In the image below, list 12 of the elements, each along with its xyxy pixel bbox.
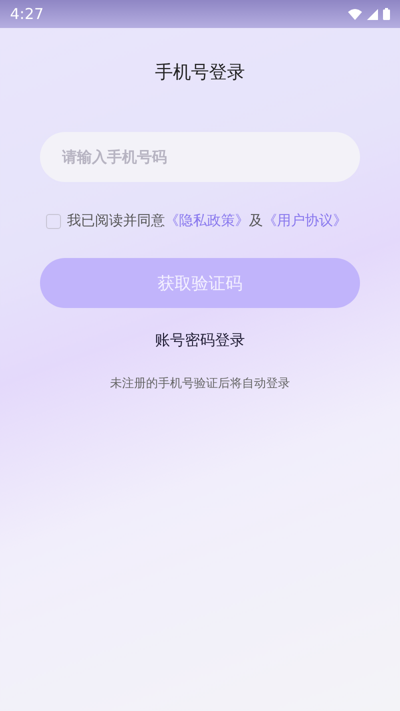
privacy-policy-link[interactable]: 《隐私政策》 — [165, 213, 249, 229]
battery-icon — [383, 8, 390, 20]
agreement-text: 我已阅读并同意《隐私政策》及《用户协议》 — [67, 212, 347, 230]
password-login-link[interactable]: 账号密码登录 — [149, 330, 251, 351]
user-agreement-link[interactable]: 《用户协议》 — [263, 213, 347, 229]
agree-checkbox[interactable] — [46, 214, 61, 228]
page-title: 手机号登录 — [154, 61, 246, 84]
auto-register-note: 未注册的手机号验证后将自动登录 — [109, 375, 291, 392]
status-time: 4:27 — [10, 5, 44, 23]
signal-icon — [367, 8, 378, 20]
wifi-icon — [348, 8, 362, 20]
phone-input-field[interactable]: 请输入手机号码 — [40, 132, 360, 182]
